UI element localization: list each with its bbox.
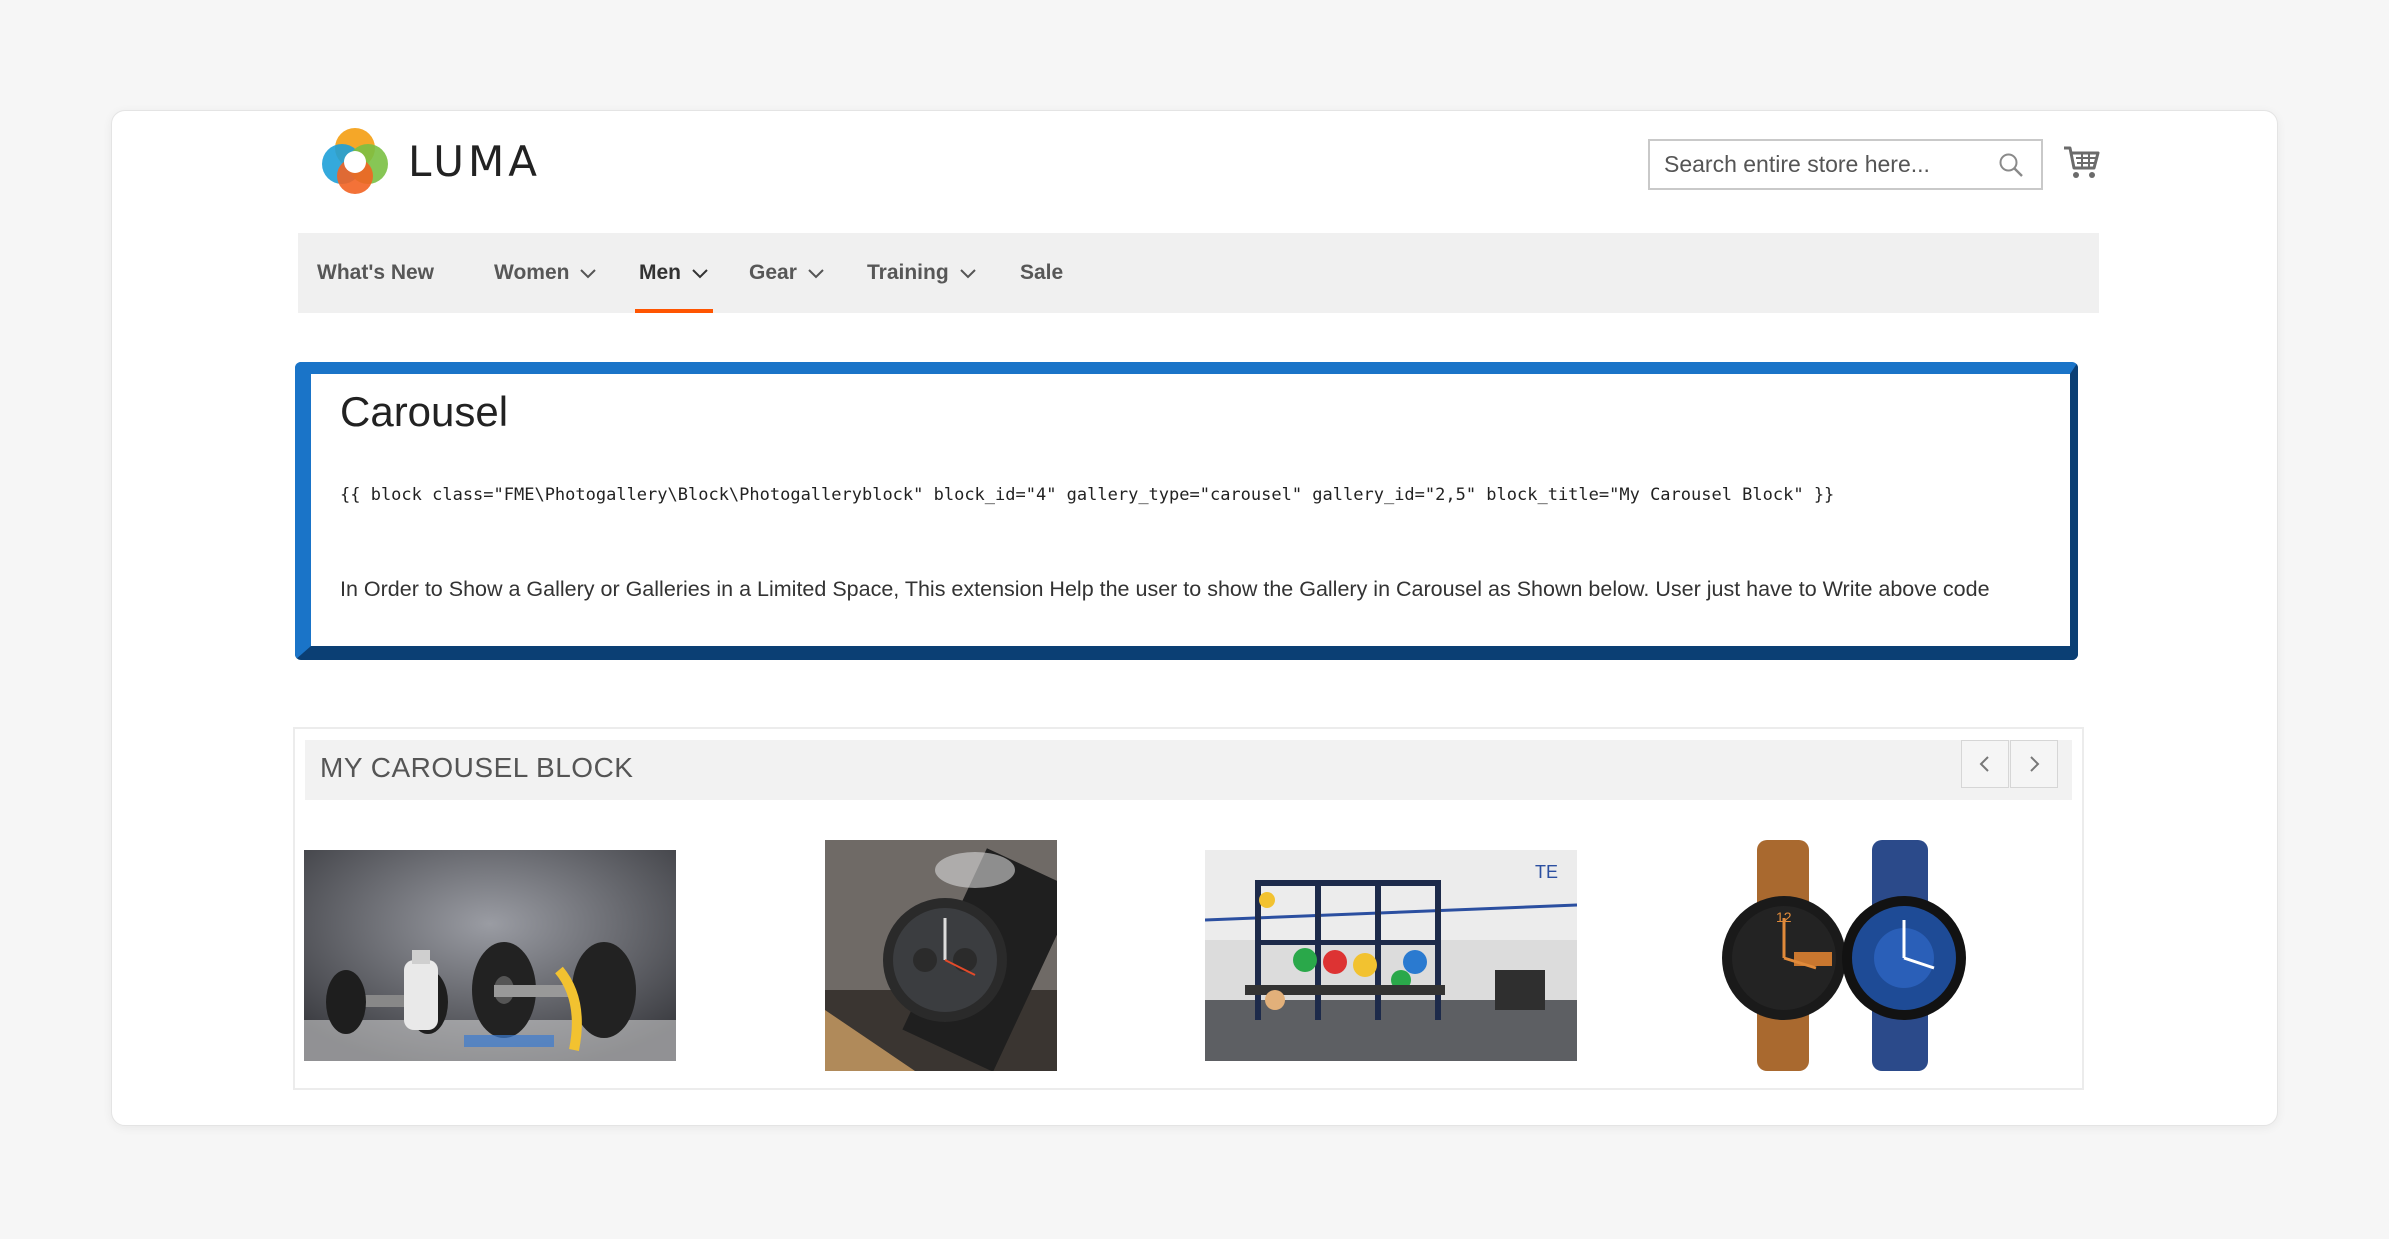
cart-icon[interactable] <box>2062 144 2100 180</box>
info-title: Carousel <box>340 388 509 435</box>
carousel-info-box <box>295 362 2078 660</box>
carousel-title: MY CAROUSEL BLOCK <box>320 752 634 783</box>
info-description: In Order to Show a Gallery or Galleries … <box>340 577 1990 601</box>
luma-logo[interactable]: LUMA <box>320 126 541 196</box>
carousel-prev-button[interactable] <box>1961 740 2009 788</box>
nav-item-label: Sale <box>1020 261 1064 284</box>
nav-item-sale[interactable]: Sale <box>1020 233 1063 313</box>
nav-item-label: What's New <box>317 261 435 284</box>
svg-text:TE: TE <box>1535 862 1558 882</box>
chevron-down-icon <box>580 269 597 279</box>
nav-item-label: Women <box>494 261 570 284</box>
watch-image[interactable] <box>825 840 1057 1071</box>
nav-item-gear[interactable]: Gear <box>749 233 825 313</box>
search-icon[interactable] <box>1991 145 2031 185</box>
nav-item-women[interactable]: Women <box>494 233 597 313</box>
chevron-down-icon <box>959 269 976 279</box>
nav-item-label: Training <box>867 261 949 284</box>
chevron-left-icon <box>1979 756 1989 772</box>
gym-rack-image[interactable]: TE <box>1205 850 1577 1061</box>
main-nav: What's New Women Men Gear Training Sale <box>298 233 2099 313</box>
nav-item-label: Gear <box>749 261 797 284</box>
chevron-right-icon <box>2030 756 2040 772</box>
chevron-down-icon <box>692 269 708 279</box>
info-code-snippet: {{ block class="FME\Photogallery\Block\P… <box>340 485 1835 505</box>
chevron-down-icon <box>808 269 824 279</box>
logo-text: LUMA <box>408 136 542 186</box>
search-input[interactable] <box>1650 141 1991 188</box>
dumbbells-image[interactable] <box>304 850 676 1061</box>
carousel-next-button[interactable] <box>2010 740 2058 788</box>
svg-text:12: 12 <box>1776 909 1792 925</box>
nav-item-men[interactable]: Men <box>635 233 713 313</box>
search-box[interactable] <box>1648 139 2043 190</box>
nav-item-label: Men <box>639 261 681 284</box>
watches-pair-image[interactable]: 12 <box>1712 840 2002 1071</box>
nav-item-whats-new[interactable]: What's New <box>317 233 434 313</box>
nav-item-training[interactable]: Training <box>867 233 977 313</box>
luma-logo-icon <box>322 128 388 194</box>
